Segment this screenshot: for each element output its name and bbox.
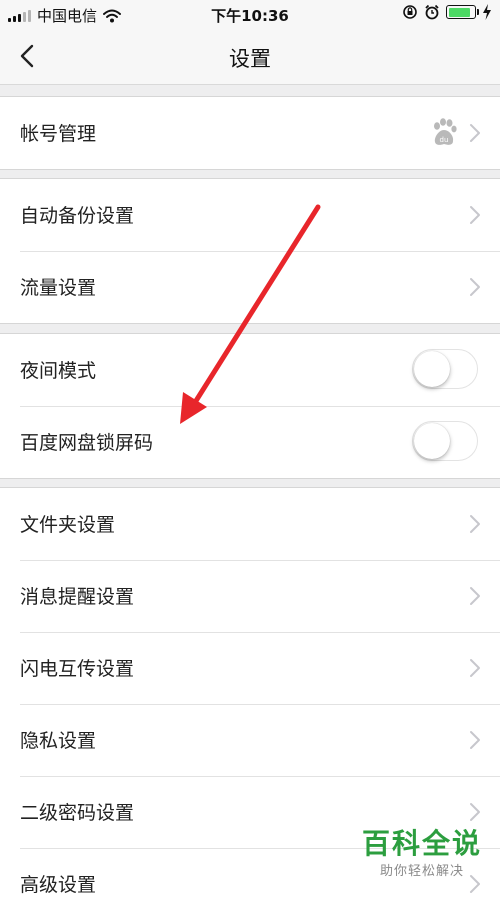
baidu-paw-icon: du bbox=[434, 118, 457, 145]
row-label: 自动备份设置 bbox=[20, 205, 135, 227]
settings-row-lock-screen-code: 百度网盘锁屏码 bbox=[0, 406, 500, 478]
settings-row-traffic[interactable]: 流量设置 bbox=[0, 251, 500, 323]
chevron-right-icon bbox=[470, 731, 480, 749]
chevron-right-icon bbox=[470, 278, 480, 296]
row-label: 帐号管理 bbox=[20, 123, 97, 145]
battery-icon bbox=[446, 5, 479, 19]
lock-screen-code-toggle[interactable] bbox=[412, 421, 478, 461]
toggle-knob bbox=[414, 351, 450, 387]
row-label: 夜间模式 bbox=[20, 360, 97, 382]
settings-row-night-mode: 夜间模式 bbox=[0, 334, 500, 406]
row-label: 消息提醒设置 bbox=[20, 586, 135, 608]
chevron-right-icon bbox=[470, 515, 480, 533]
settings-group-backup: 自动备份设置 流量设置 bbox=[0, 178, 500, 324]
settings-row-privacy[interactable]: 隐私设置 bbox=[0, 704, 500, 776]
settings-group-account: 帐号管理 du bbox=[0, 96, 500, 170]
chevron-right-icon bbox=[470, 206, 480, 224]
row-label: 闪电互传设置 bbox=[20, 658, 135, 680]
alarm-icon bbox=[425, 4, 439, 20]
row-label: 百度网盘锁屏码 bbox=[20, 432, 154, 454]
nav-bar: 设置 bbox=[0, 28, 500, 85]
page-title: 设置 bbox=[229, 47, 271, 71]
watermark-logo: 百科全说 助你轻松解决 bbox=[361, 827, 482, 880]
row-label: 高级设置 bbox=[20, 874, 97, 896]
chevron-right-icon bbox=[470, 587, 480, 605]
settings-group-toggles: 夜间模式 百度网盘锁屏码 bbox=[0, 333, 500, 479]
chevron-right-icon bbox=[470, 659, 480, 677]
row-label: 隐私设置 bbox=[20, 730, 97, 752]
watermark-subtitle: 助你轻松解决 bbox=[379, 864, 464, 879]
chevron-right-icon bbox=[470, 124, 480, 142]
row-label: 文件夹设置 bbox=[20, 514, 116, 536]
night-mode-toggle[interactable] bbox=[412, 349, 478, 389]
status-bar: 中国电信 下午10:36 bbox=[0, 0, 500, 28]
chevron-right-icon bbox=[470, 803, 480, 821]
settings-row-account[interactable]: 帐号管理 du bbox=[0, 97, 500, 169]
status-right bbox=[402, 4, 492, 20]
settings-row-flash-transfer[interactable]: 闪电互传设置 bbox=[0, 632, 500, 704]
row-label: 二级密码设置 bbox=[20, 802, 135, 824]
settings-row-folder[interactable]: 文件夹设置 bbox=[0, 488, 500, 560]
orientation-lock-icon bbox=[403, 5, 417, 19]
settings-row-notifications[interactable]: 消息提醒设置 bbox=[0, 560, 500, 632]
svg-text:du: du bbox=[440, 136, 449, 144]
row-label: 流量设置 bbox=[20, 277, 97, 299]
toggle-knob bbox=[414, 423, 450, 459]
charging-icon bbox=[483, 4, 491, 20]
settings-row-auto-backup[interactable]: 自动备份设置 bbox=[0, 179, 500, 251]
watermark-title: 百科全说 bbox=[361, 827, 482, 860]
